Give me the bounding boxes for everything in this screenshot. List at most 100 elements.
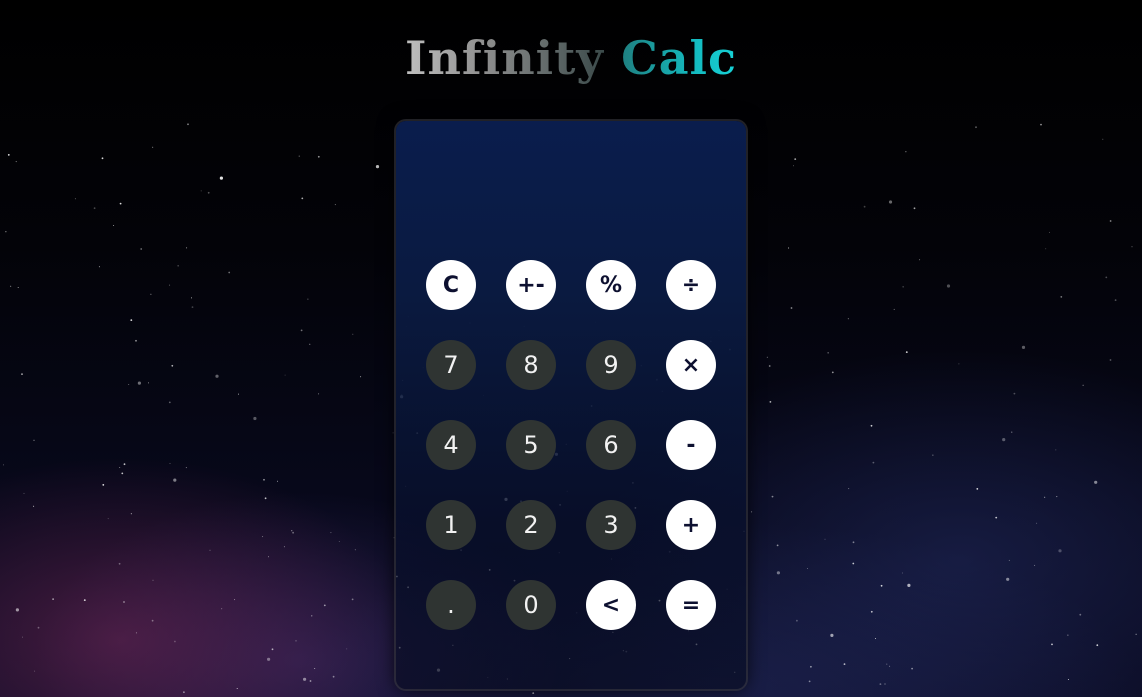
star	[1060, 296, 1063, 298]
star	[236, 688, 238, 689]
star	[207, 191, 210, 194]
star	[852, 562, 855, 565]
star	[317, 155, 320, 158]
digit-5-button[interactable]: 5	[506, 420, 556, 470]
star	[318, 393, 320, 395]
star	[187, 123, 189, 126]
star	[794, 158, 797, 161]
star	[37, 626, 40, 629]
digit-7-button[interactable]: 7	[426, 340, 476, 390]
star	[219, 176, 223, 180]
star	[135, 632, 137, 634]
star	[1002, 438, 1006, 442]
star	[101, 157, 104, 160]
star	[879, 683, 882, 685]
star	[1045, 248, 1047, 250]
star	[301, 197, 304, 200]
star	[135, 339, 137, 342]
star	[191, 297, 192, 299]
star	[1105, 276, 1108, 279]
star	[168, 401, 171, 404]
star	[1079, 613, 1082, 616]
star	[309, 343, 311, 345]
subtract-button[interactable]: -	[666, 420, 716, 470]
star	[824, 538, 826, 540]
star	[123, 463, 126, 466]
star	[228, 271, 231, 274]
clear-button[interactable]: C	[426, 260, 476, 310]
digit-3-button[interactable]: 3	[586, 500, 636, 550]
star	[130, 513, 132, 515]
star	[271, 648, 274, 651]
star	[880, 584, 883, 587]
star	[284, 374, 286, 376]
star	[830, 633, 834, 638]
digit-6-button[interactable]: 6	[586, 420, 636, 470]
star	[34, 670, 36, 672]
calculator-display	[416, 141, 726, 251]
star	[766, 356, 768, 358]
star	[15, 608, 19, 612]
star	[21, 373, 23, 375]
star	[392, 432, 394, 434]
star	[771, 495, 774, 498]
star	[1008, 559, 1010, 561]
star	[3, 464, 4, 466]
star	[884, 683, 886, 685]
digit-2-button[interactable]: 2	[506, 500, 556, 550]
star	[975, 126, 977, 129]
star	[958, 363, 960, 365]
star	[790, 307, 793, 309]
star	[130, 319, 133, 321]
star	[174, 640, 176, 643]
star	[151, 619, 154, 622]
star	[15, 161, 17, 163]
calculator-panel: C +-% ÷ 7 8 9 × 4 5 6- 1 2 3 +. 0 < =	[396, 121, 746, 689]
percent-button[interactable]: %	[586, 260, 636, 310]
star	[186, 247, 188, 249]
star	[330, 532, 332, 534]
star	[152, 579, 154, 581]
star	[200, 190, 202, 192]
digit-4-button[interactable]: 4	[426, 420, 476, 470]
equals-button[interactable]: =	[666, 580, 716, 630]
decimal-button[interactable]: .	[426, 580, 476, 630]
star	[332, 675, 335, 678]
digit-9-button[interactable]: 9	[586, 340, 636, 390]
star	[119, 467, 121, 468]
backspace-button[interactable]: <	[586, 580, 636, 630]
star	[298, 155, 300, 157]
star	[888, 200, 893, 204]
star	[1058, 549, 1062, 553]
star	[17, 287, 19, 288]
multiply-button[interactable]: ×	[666, 340, 716, 390]
star	[292, 531, 294, 534]
star	[843, 663, 846, 665]
star	[169, 463, 171, 464]
digit-1-button[interactable]: 1	[426, 500, 476, 550]
star	[788, 247, 790, 249]
star	[393, 537, 395, 539]
divide-button[interactable]: ÷	[666, 260, 716, 310]
star	[264, 497, 267, 500]
star	[262, 536, 264, 538]
star	[905, 351, 908, 353]
star	[907, 583, 911, 588]
star	[83, 599, 86, 601]
star	[314, 668, 316, 669]
digit-0-button[interactable]: 0	[506, 580, 556, 630]
star	[1131, 246, 1133, 248]
star	[113, 225, 115, 226]
star	[852, 541, 855, 544]
star	[1036, 522, 1038, 524]
star	[150, 293, 152, 295]
star	[905, 151, 907, 153]
star	[171, 364, 174, 367]
star	[1021, 345, 1026, 349]
plus-minus-button[interactable]: +-	[506, 260, 556, 310]
add-button[interactable]: +	[666, 500, 716, 550]
star	[33, 439, 35, 441]
star	[152, 146, 154, 148]
digit-8-button[interactable]: 8	[506, 340, 556, 390]
star	[831, 371, 834, 374]
